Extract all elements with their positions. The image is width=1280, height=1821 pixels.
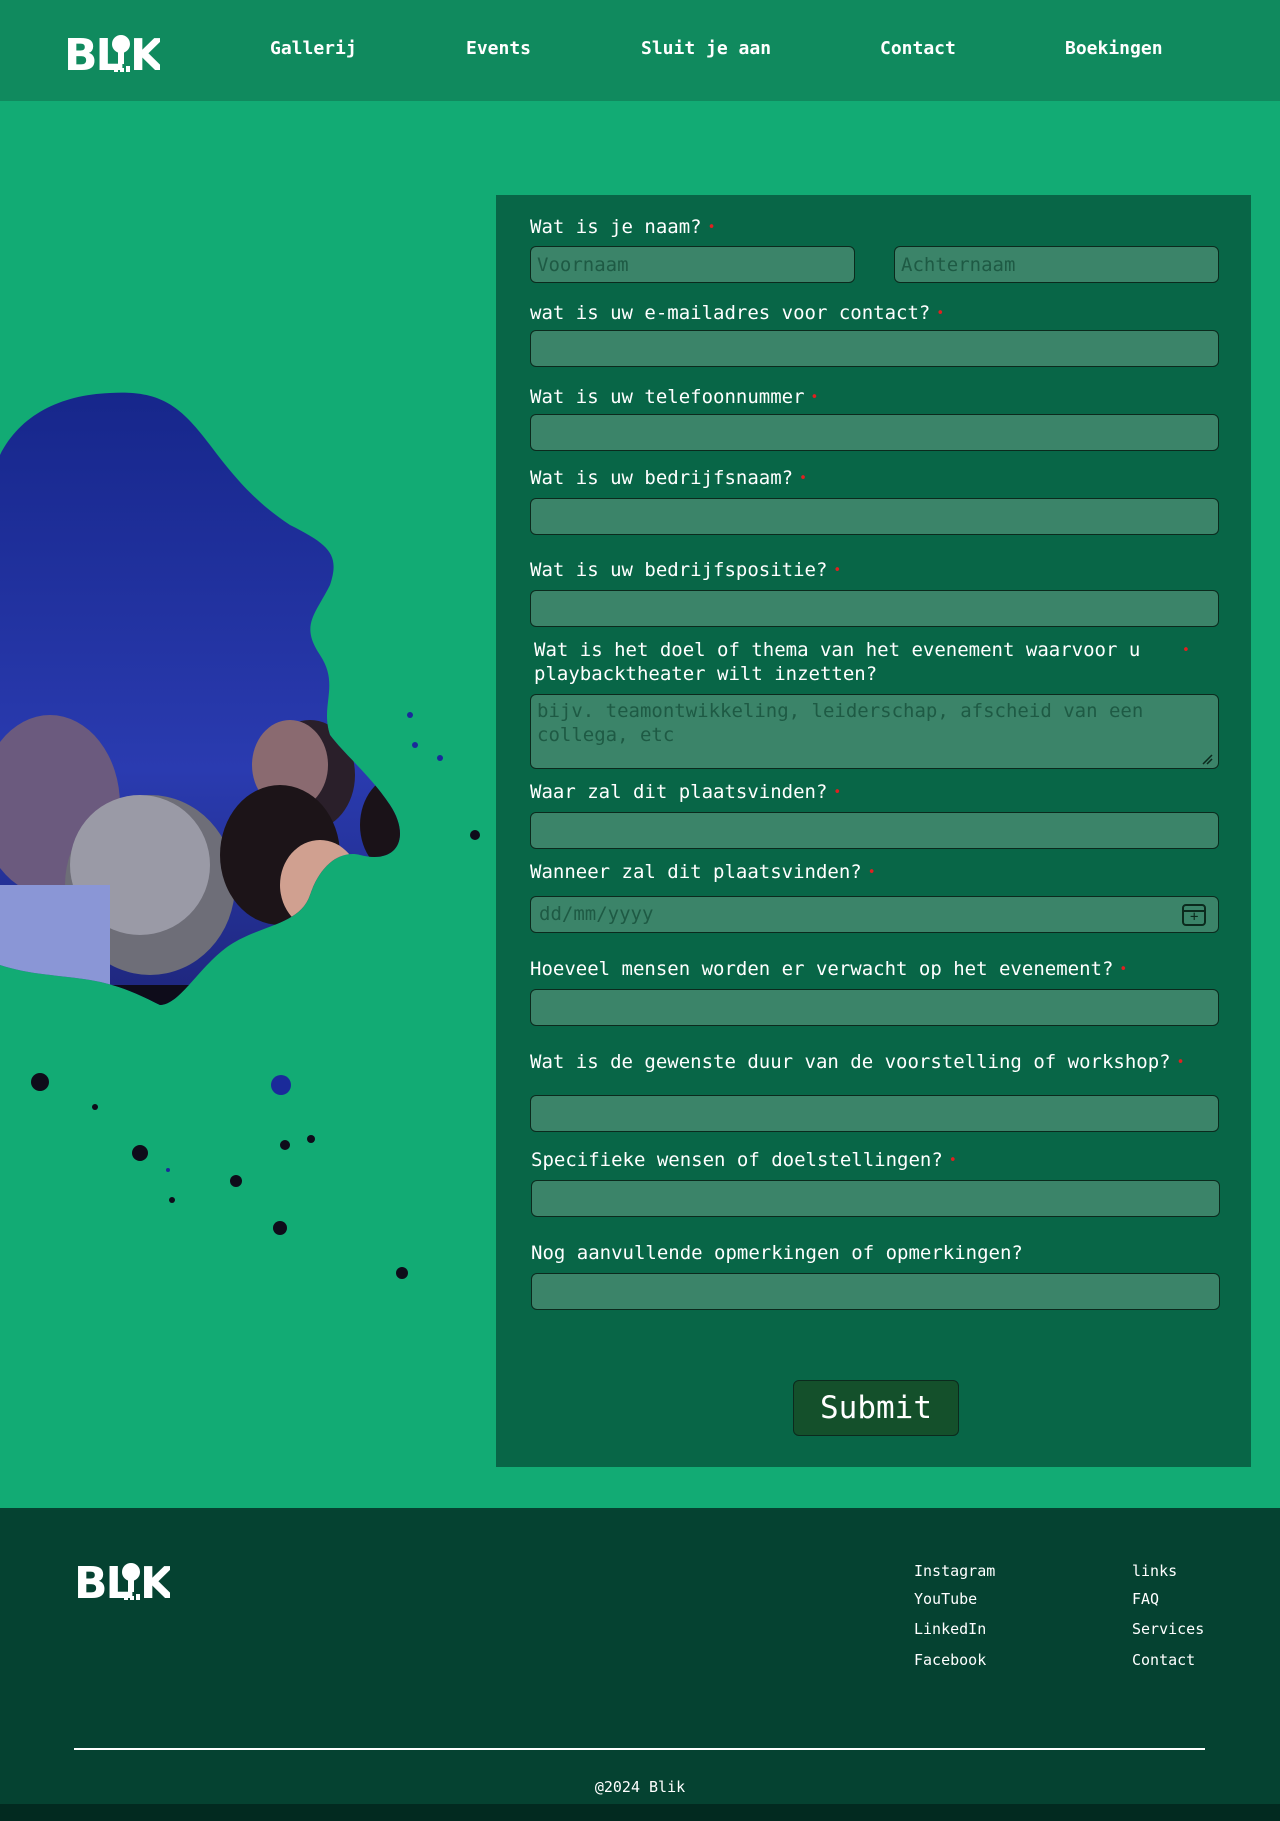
date-input[interactable]: dd/mm/yyyy (530, 896, 1219, 933)
remarks-input[interactable] (531, 1273, 1220, 1310)
site-header: BL K Gallerij Events Sluit je aan Contac… (0, 0, 1280, 101)
remarks-question: Nog aanvullende opmerkingen of opmerking… (531, 1241, 1023, 1265)
footer-link-linkedin[interactable]: LinkedIn (914, 1620, 986, 1638)
email-label: wat is uw e-mailadres voor contact? (530, 302, 931, 324)
footer-link-services[interactable]: Services (1132, 1620, 1204, 1638)
required-marker: • (810, 389, 819, 405)
theme-question: Wat is het doel of thema van het eveneme… (534, 638, 1194, 686)
booking-form: Wat is je naam? • wat is uw e-mailadres v… (496, 195, 1251, 1467)
email-input[interactable] (530, 330, 1219, 367)
required-marker: • (833, 562, 842, 578)
location-label: Waar zal dit plaatsvinden? (530, 781, 828, 803)
position-label: Wat is uw bedrijfspositie? (530, 559, 828, 581)
blik-logo-icon: BL K (74, 1558, 170, 1604)
theme-required-marker: • (1176, 638, 1190, 663)
nav-boekingen[interactable]: Boekingen (1065, 38, 1163, 59)
name-question: Wat is je naam? • (530, 215, 715, 240)
position-question: Wat is uw bedrijfspositie? • (530, 558, 841, 583)
wishes-label: Specifieke wensen of doelstellingen? (531, 1149, 943, 1171)
footer-link-youtube[interactable]: YouTube (914, 1590, 977, 1608)
wishes-input[interactable] (531, 1180, 1220, 1217)
footer-link-instagram[interactable]: Instagram (914, 1562, 995, 1580)
location-question: Waar zal dit plaatsvinden? • (530, 780, 841, 805)
theme-label: Wat is het doel of thema van het eveneme… (534, 639, 1141, 685)
theme-textarea[interactable] (530, 694, 1219, 769)
first-name-input[interactable] (530, 246, 855, 283)
phone-question: Wat is uw telefoonnummer • (530, 385, 818, 410)
footer-divider (74, 1748, 1205, 1750)
required-marker: • (948, 1152, 957, 1168)
phone-input[interactable] (530, 414, 1219, 451)
required-marker: • (833, 784, 842, 800)
copyright: @2024 Blik (594, 1778, 686, 1796)
duration-question: Wat is de gewenste duur van de voorstell… (530, 1050, 1184, 1075)
submit-button[interactable]: Submit (793, 1380, 959, 1436)
attendees-label: Hoeveel mensen worden er verwacht op het… (530, 958, 1114, 980)
brand-logo[interactable]: BL K (64, 30, 160, 76)
required-marker: • (1182, 642, 1190, 658)
duration-input[interactable] (530, 1095, 1219, 1132)
company-question: Wat is uw bedrijfsnaam? • (530, 466, 807, 491)
company-label: Wat is uw bedrijfsnaam? (530, 467, 794, 489)
svg-text:K: K (130, 30, 160, 76)
footer-link-links[interactable]: links (1132, 1562, 1177, 1580)
required-marker: • (936, 305, 945, 321)
company-input[interactable] (530, 498, 1219, 535)
required-marker: • (707, 219, 716, 235)
svg-text:BL: BL (64, 30, 123, 76)
attendees-question: Hoeveel mensen worden er verwacht op het… (530, 957, 1127, 982)
required-marker: • (867, 864, 876, 880)
resize-grip-icon[interactable] (1201, 753, 1213, 765)
date-question: Wanneer zal dit plaatsvinden? • (530, 860, 876, 885)
nav-contact[interactable]: Contact (880, 38, 956, 59)
footer-logo[interactable]: BL K (74, 1558, 170, 1604)
blik-logo-icon: BL K (64, 30, 160, 76)
nav-sluit-je-aan[interactable]: Sluit je aan (641, 38, 771, 59)
required-marker: • (1176, 1054, 1185, 1070)
duration-label: Wat is de gewenste duur van de voorstell… (530, 1051, 1171, 1073)
required-marker: • (799, 470, 807, 486)
location-input[interactable] (530, 812, 1219, 849)
nav-events[interactable]: Events (466, 38, 531, 59)
footer-link-faq[interactable]: FAQ (1132, 1590, 1159, 1608)
date-label: Wanneer zal dit plaatsvinden? (530, 861, 862, 883)
last-name-input[interactable] (894, 246, 1219, 283)
required-marker: • (1119, 961, 1128, 977)
attendees-input[interactable] (530, 989, 1219, 1026)
site-footer: BL K Instagram YouTube LinkedIn Facebook… (0, 1508, 1280, 1804)
audience-splash-image (0, 392, 480, 1279)
email-question: wat is uw e-mailadres voor contact? • (530, 301, 944, 326)
wishes-question: Specifieke wensen of doelstellingen? • (531, 1148, 957, 1173)
footer-link-contact[interactable]: Contact (1132, 1651, 1195, 1669)
position-input[interactable] (530, 590, 1219, 627)
footer-link-facebook[interactable]: Facebook (914, 1651, 986, 1669)
bottom-bar (0, 1804, 1280, 1821)
date-placeholder: dd/mm/yyyy (539, 903, 654, 925)
nav-gallerij[interactable]: Gallerij (270, 38, 357, 59)
remarks-label: Nog aanvullende opmerkingen of opmerking… (531, 1242, 1023, 1264)
phone-label: Wat is uw telefoonnummer (530, 386, 805, 408)
theme-textarea-wrapper (530, 694, 1219, 769)
svg-text:BL: BL (74, 1558, 133, 1604)
calendar-icon[interactable] (1182, 904, 1206, 926)
name-label: Wat is je naam? (530, 216, 702, 238)
svg-text:K: K (140, 1558, 170, 1604)
